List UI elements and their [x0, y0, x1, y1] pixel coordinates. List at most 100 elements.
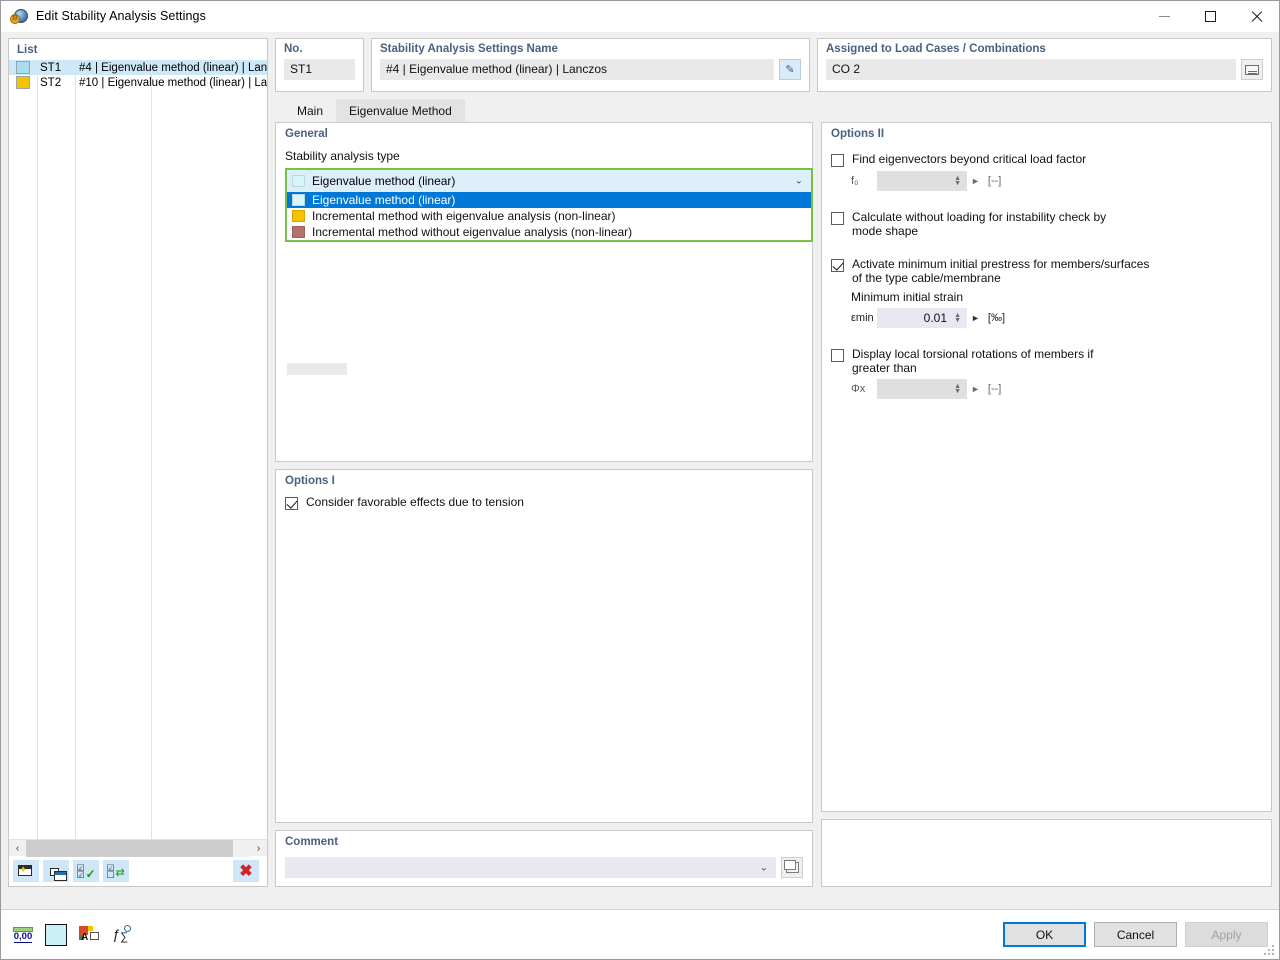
delete-item-button[interactable]: ✖ — [233, 860, 259, 882]
tab-content: General Stability analysis type Eigenval… — [275, 122, 1272, 887]
checkbox-row-consider-favorable-effects[interactable]: Consider favorable effects due to tensio… — [285, 495, 803, 510]
phix-spinner-row[interactable]: Φx ▲ ▼ ► [--] — [851, 379, 1262, 399]
f0-unit: [--] — [987, 175, 1002, 187]
checkbox-row-calculate-without-loading[interactable]: Calculate without loading for instabilit… — [831, 210, 1262, 238]
spinner-expand-icon[interactable]: ► — [971, 384, 980, 394]
comment-copy-button[interactable] — [781, 857, 803, 878]
minimize-button[interactable] — [1141, 1, 1187, 32]
find-eigenvectors-checkbox[interactable] — [831, 154, 844, 167]
f0-symbol: f₀ — [851, 175, 859, 187]
list-item-no: ST1 — [40, 61, 62, 74]
color-swatch-icon — [292, 175, 305, 187]
color-swatch-icon — [16, 76, 30, 89]
apply-button: Apply — [1185, 922, 1268, 947]
list-item[interactable]: ST1 #4 | Eigenvalue method (linear) | La… — [9, 60, 267, 75]
spinner-expand-icon[interactable]: ► — [971, 313, 980, 323]
consider-favorable-effects-checkbox[interactable] — [285, 497, 298, 510]
display-torsional-rotations-label: Display local torsional rotations of mem… — [852, 347, 1094, 375]
no-field-group: No. ST1 — [275, 38, 364, 92]
combo-option-incremental-without[interactable]: Incremental method without eigenvalue an… — [287, 224, 811, 240]
close-button[interactable] — [1233, 1, 1279, 32]
combo-dropdown-list[interactable]: Eigenvalue method (linear) Incremental m… — [287, 192, 811, 240]
stability-analysis-type-combo[interactable]: Eigenvalue method (linear) ⌄ Eigenvalue … — [285, 168, 813, 242]
footer-button-group: OK Cancel Apply — [1003, 922, 1268, 947]
copy-item-button[interactable] — [43, 860, 69, 882]
units-decimals-button[interactable]: 0,00 — [12, 924, 34, 946]
display-properties-button[interactable]: A — [78, 924, 100, 946]
new-item-button[interactable]: ✦ — [13, 860, 39, 882]
options2-panel: Options II Find eigenvectors beyond crit… — [821, 122, 1272, 812]
combo-selected-value[interactable]: Eigenvalue method (linear) ⌄ — [287, 170, 811, 192]
ok-button[interactable]: OK — [1003, 922, 1086, 947]
emin-spinner-input[interactable]: 0.01 ▲ ▼ — [877, 308, 967, 328]
calculate-without-loading-label: Calculate without loading for instabilit… — [852, 210, 1107, 238]
spinner-updown-icon[interactable]: ▲ ▼ — [954, 383, 961, 395]
options2-panel-title: Options II — [831, 128, 885, 140]
name-edit-button[interactable]: ✎ — [779, 59, 801, 80]
cancel-button[interactable]: Cancel — [1094, 922, 1177, 947]
combo-option-incremental-with[interactable]: Incremental method with eigenvalue analy… — [287, 208, 811, 224]
name-input[interactable]: #4 | Eigenvalue method (linear) | Lanczo… — [380, 59, 774, 80]
spinner-updown-icon[interactable]: ▲ ▼ — [954, 175, 961, 187]
combo-option-label: Eigenvalue method (linear) — [312, 193, 456, 207]
list-item-description: #4 | Eigenvalue method (linear) | Lancz — [79, 61, 267, 74]
list-column-divider — [75, 60, 76, 839]
spinner-updown-icon[interactable]: ▲ ▼ — [954, 312, 961, 324]
checkbox-icon: ☑ — [76, 869, 85, 880]
list-horizontal-scrollbar[interactable]: ‹ › — [9, 839, 267, 857]
assigned-field-row: CO 2 — [826, 59, 1263, 80]
chevron-down-icon[interactable]: ⌄ — [795, 176, 803, 187]
f0-spinner-input[interactable]: ▲ ▼ — [877, 171, 967, 191]
no-input[interactable]: ST1 — [284, 59, 355, 80]
assigned-input[interactable]: CO 2 — [826, 59, 1236, 80]
minimize-icon — [1158, 15, 1170, 17]
f0-spinner-row[interactable]: f₀ ▲ ▼ ► [--] — [851, 171, 1262, 191]
tab-bar: Main Eigenvalue Method — [275, 99, 1272, 122]
calculate-without-loading-checkbox[interactable] — [831, 212, 844, 225]
list-item[interactable]: ST2 #10 | Eigenvalue method (linear) | L… — [9, 75, 267, 90]
no-field-label: No. — [284, 43, 303, 55]
scroll-left-icon[interactable]: ‹ — [9, 839, 26, 857]
assigned-pick-button[interactable] — [1241, 59, 1263, 80]
checkbox-row-activate-min-prestress[interactable]: Activate minimum initial prestress for m… — [831, 257, 1262, 285]
comment-panel-title: Comment — [285, 836, 339, 848]
color-swatch-button[interactable] — [45, 923, 67, 946]
chevron-down-icon[interactable]: ⌄ — [760, 862, 768, 873]
resize-grip-icon[interactable] — [1264, 945, 1276, 957]
card-icon — [1245, 64, 1259, 75]
select-all-button[interactable]: ☑ ☑ ✓ — [73, 860, 99, 882]
tab-main[interactable]: Main — [284, 99, 337, 122]
formula-button[interactable]: ƒ ∑ — [111, 924, 133, 946]
scroll-right-icon[interactable]: › — [250, 839, 267, 857]
color-swatch-icon — [45, 923, 67, 946]
invert-selection-button[interactable]: ☑ ☐ ⇄ — [103, 860, 129, 882]
display-torsional-rotations-checkbox[interactable] — [831, 349, 844, 362]
emin-spinner-row[interactable]: εmin 0.01 ▲ ▼ ► [‰] — [851, 308, 1262, 328]
scrollbar-track[interactable] — [26, 839, 250, 857]
copy-front-icon — [54, 870, 67, 881]
checkbox-row-find-eigenvectors[interactable]: Find eigenvectors beyond critical load f… — [831, 152, 1262, 167]
left-content-column: General Stability analysis type Eigenval… — [275, 122, 813, 887]
spinner-expand-icon[interactable]: ► — [971, 176, 980, 186]
combo-option-eigenvalue-linear[interactable]: Eigenvalue method (linear) — [287, 192, 811, 208]
dialog-window: ⚙ Edit Stability Analysis Settings List — [0, 0, 1280, 960]
tab-eigenvalue-method[interactable]: Eigenvalue Method — [336, 99, 465, 122]
list-body[interactable]: ST1 #4 | Eigenvalue method (linear) | La… — [9, 60, 267, 839]
maximize-button[interactable] — [1187, 1, 1233, 32]
units-decimals-icon: 0,00 — [13, 930, 33, 943]
comment-input[interactable]: ⌄ — [285, 857, 776, 878]
activate-min-prestress-checkbox[interactable] — [831, 259, 844, 272]
obscured-field — [287, 363, 347, 375]
comment-panel: Comment ⌄ — [275, 830, 813, 887]
combo-selected-label: Eigenvalue method (linear) — [312, 174, 456, 188]
color-swatch-icon — [292, 210, 305, 222]
window-controls — [1141, 1, 1279, 32]
list-item-color-cell — [9, 61, 37, 74]
activate-min-prestress-label: Activate minimum initial prestress for m… — [852, 257, 1150, 285]
checkbox-row-display-torsional-rotations[interactable]: Display local torsional rotations of mem… — [831, 347, 1262, 375]
dialog-footer: 0,00 A ƒ ∑ OK Cancel Apply — [1, 909, 1279, 959]
scrollbar-thumb[interactable] — [26, 839, 233, 857]
combo-option-label: Incremental method without eigenvalue an… — [312, 225, 633, 239]
list-column-divider — [151, 60, 152, 839]
phix-spinner-input[interactable]: ▲ ▼ — [877, 379, 967, 399]
